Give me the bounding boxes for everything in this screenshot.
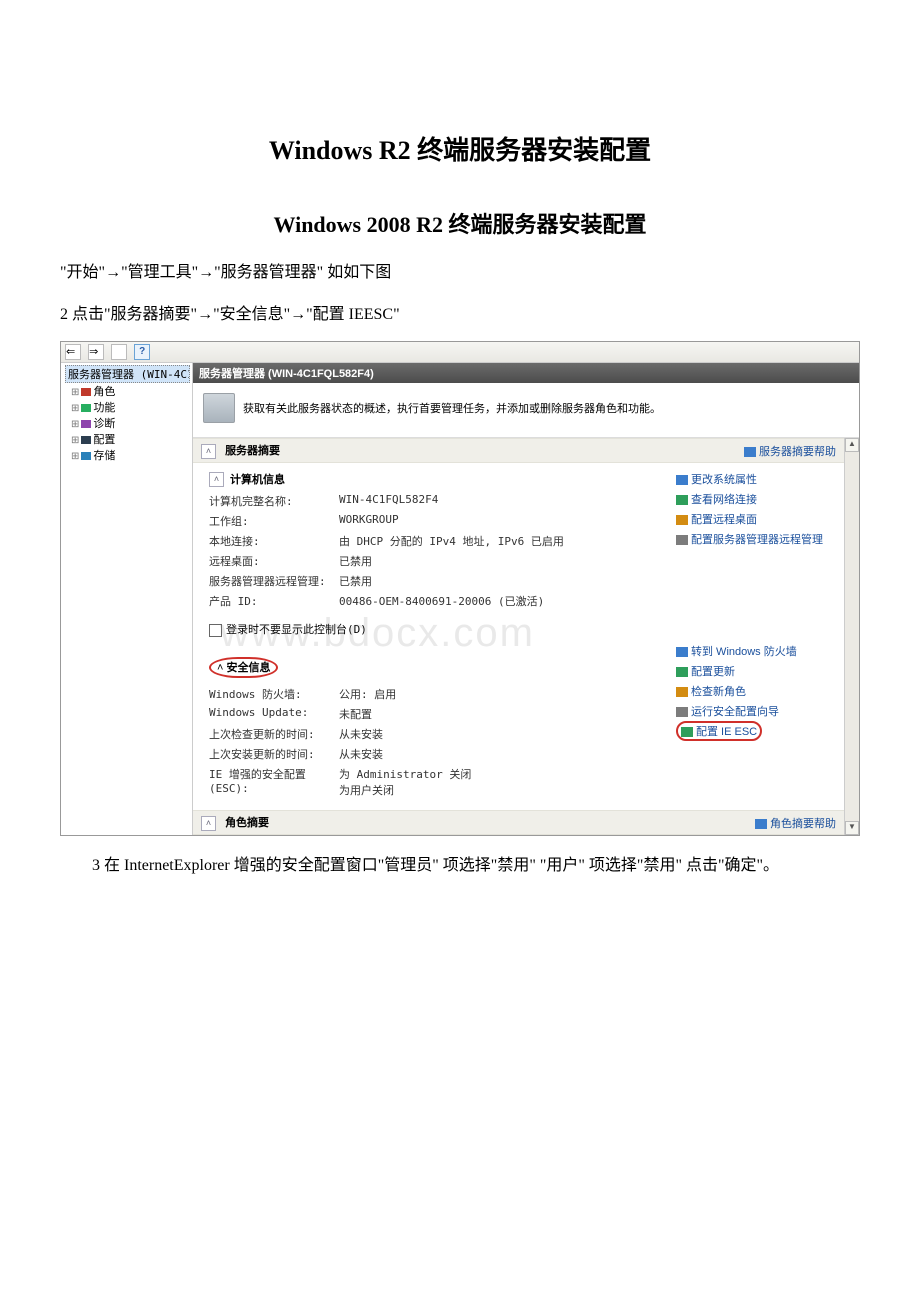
view-network-link[interactable]: 查看网络连接	[676, 489, 836, 509]
info-row: 本地连接:由 DHCP 分配的 IPv4 地址, IPv6 已启用	[209, 531, 658, 551]
actions-pane: 更改系统属性 查看网络连接 配置远程桌面 配置服务器管理器远程管理 转到 Win…	[668, 463, 844, 810]
tree-node-roles[interactable]: 角色	[71, 383, 190, 399]
content-pane: 服务器管理器 (WIN-4C1FQL582F4) 获取有关此服务器状态的概述，执…	[193, 363, 859, 835]
goto-firewall-link[interactable]: 转到 Windows 防火墙	[676, 641, 836, 661]
info-row: 上次安装更新的时间:从未安装	[209, 744, 658, 764]
description-text: 获取有关此服务器状态的概述，执行首要管理任务，并添加或删除服务器角色和功能。	[243, 400, 661, 416]
collapse-icon[interactable]: ˄	[201, 444, 216, 459]
collapse-icon[interactable]: ˄	[209, 472, 224, 487]
config-remote-mgmt-link[interactable]: 配置服务器管理器远程管理	[676, 529, 836, 549]
description-row: 获取有关此服务器状态的概述，执行首要管理任务，并添加或删除服务器角色和功能。	[193, 383, 859, 438]
firewall-icon	[676, 647, 688, 657]
info-row: Windows 防火墙:公用: 启用	[209, 684, 658, 704]
step-2-text: 2 点击"服务器摘要"→"安全信息"→"配置 IEESC"	[60, 299, 860, 331]
page-subtitle: Windows 2008 R2 终端服务器安装配置	[60, 207, 860, 239]
collapse-icon[interactable]: ˄	[201, 816, 216, 831]
update-icon	[676, 667, 688, 677]
config-update-link[interactable]: 配置更新	[676, 661, 836, 681]
tree-node-config[interactable]: 配置	[71, 431, 190, 447]
step-3-text: 3 在 InternetExplorer 增强的安全配置窗口"管理员" 项选择"…	[60, 850, 860, 882]
computer-info-label: 计算机信息	[230, 471, 285, 487]
back-button[interactable]: ⇐	[65, 344, 81, 360]
roles-icon	[676, 687, 688, 697]
toolbar: ⇐ ⇒ ?	[61, 342, 859, 363]
help-button[interactable]: ?	[134, 344, 150, 360]
info-row: 上次检查更新的时间:从未安装	[209, 724, 658, 744]
server-icon	[203, 393, 235, 423]
server-manager-screenshot: ⇐ ⇒ ? 服务器管理器 (WIN-4C1FQL582F 角色 功能 诊断 配置…	[60, 341, 860, 836]
server-summary-help-link[interactable]: 服务器摘要帮助	[744, 443, 836, 459]
link-icon	[676, 495, 688, 505]
info-row: 工作组:WORKGROUP	[209, 511, 658, 531]
forward-button[interactable]: ⇒	[88, 344, 104, 360]
server-summary-header[interactable]: ˄ 服务器摘要 服务器摘要帮助	[193, 438, 844, 463]
help-icon	[744, 447, 756, 457]
features-icon	[81, 404, 91, 412]
roles-icon	[81, 388, 91, 396]
check-roles-link[interactable]: 检查新角色	[676, 681, 836, 701]
link-icon	[676, 515, 688, 525]
storage-icon	[81, 452, 91, 460]
change-system-props-link[interactable]: 更改系统属性	[676, 469, 836, 489]
security-info-header-circled[interactable]: ˄ 安全信息	[209, 657, 278, 678]
dont-show-checkbox-row: 登录时不要显示此控制台(D)	[209, 621, 658, 637]
ie-esc-icon	[681, 727, 693, 737]
step-1-text: "开始"→"管理工具"→"服务器管理器" 如如下图	[60, 257, 860, 289]
tree-node-storage[interactable]: 存储	[71, 447, 190, 463]
scroll-up-button[interactable]: ▲	[845, 438, 859, 452]
run-scw-link[interactable]: 运行安全配置向导	[676, 701, 836, 721]
info-row: 远程桌面:已禁用	[209, 551, 658, 571]
content-titlebar: 服务器管理器 (WIN-4C1FQL582F4)	[193, 363, 859, 383]
tree-root[interactable]: 服务器管理器 (WIN-4C1FQL582F	[65, 365, 190, 383]
roles-summary-label: 角色摘要	[225, 817, 269, 829]
dont-show-label: 登录时不要显示此控制台(D)	[226, 623, 367, 636]
roles-summary-header[interactable]: ˄ 角色摘要 角色摘要帮助	[193, 810, 844, 835]
config-icon	[81, 436, 91, 444]
page-title: Windows R2 终端服务器安装配置	[60, 130, 860, 167]
info-row: Windows Update:未配置	[209, 704, 658, 724]
config-ie-esc-link-circled[interactable]: 配置 IE ESC	[676, 721, 762, 741]
dont-show-checkbox[interactable]	[209, 624, 222, 637]
diagnostics-icon	[81, 420, 91, 428]
link-icon	[676, 475, 688, 485]
tree-pane: 服务器管理器 (WIN-4C1FQL582F 角色 功能 诊断 配置 存储	[61, 363, 193, 835]
server-summary-label: 服务器摘要	[225, 445, 280, 457]
help-icon	[755, 819, 767, 829]
info-row: 计算机完整名称:WIN-4C1FQL582F4	[209, 491, 658, 511]
vertical-scrollbar[interactable]: ▲ ▼	[844, 438, 859, 835]
tree-node-features[interactable]: 功能	[71, 399, 190, 415]
info-row: 产品 ID:00486-OEM-8400691-20006 (已激活)	[209, 591, 658, 611]
info-row: IE 增强的安全配置(ESC):为 Administrator 关闭 为用户关闭	[209, 764, 658, 800]
info-row: 服务器管理器远程管理:已禁用	[209, 571, 658, 591]
scroll-down-button[interactable]: ▼	[845, 821, 859, 835]
toolbar-button[interactable]	[111, 344, 127, 360]
tree-node-diagnostics[interactable]: 诊断	[71, 415, 190, 431]
config-remote-desktop-link[interactable]: 配置远程桌面	[676, 509, 836, 529]
link-icon	[676, 535, 688, 545]
computer-info-header[interactable]: ˄ 计算机信息	[209, 469, 658, 491]
wizard-icon	[676, 707, 688, 717]
roles-summary-help-link[interactable]: 角色摘要帮助	[755, 815, 836, 831]
